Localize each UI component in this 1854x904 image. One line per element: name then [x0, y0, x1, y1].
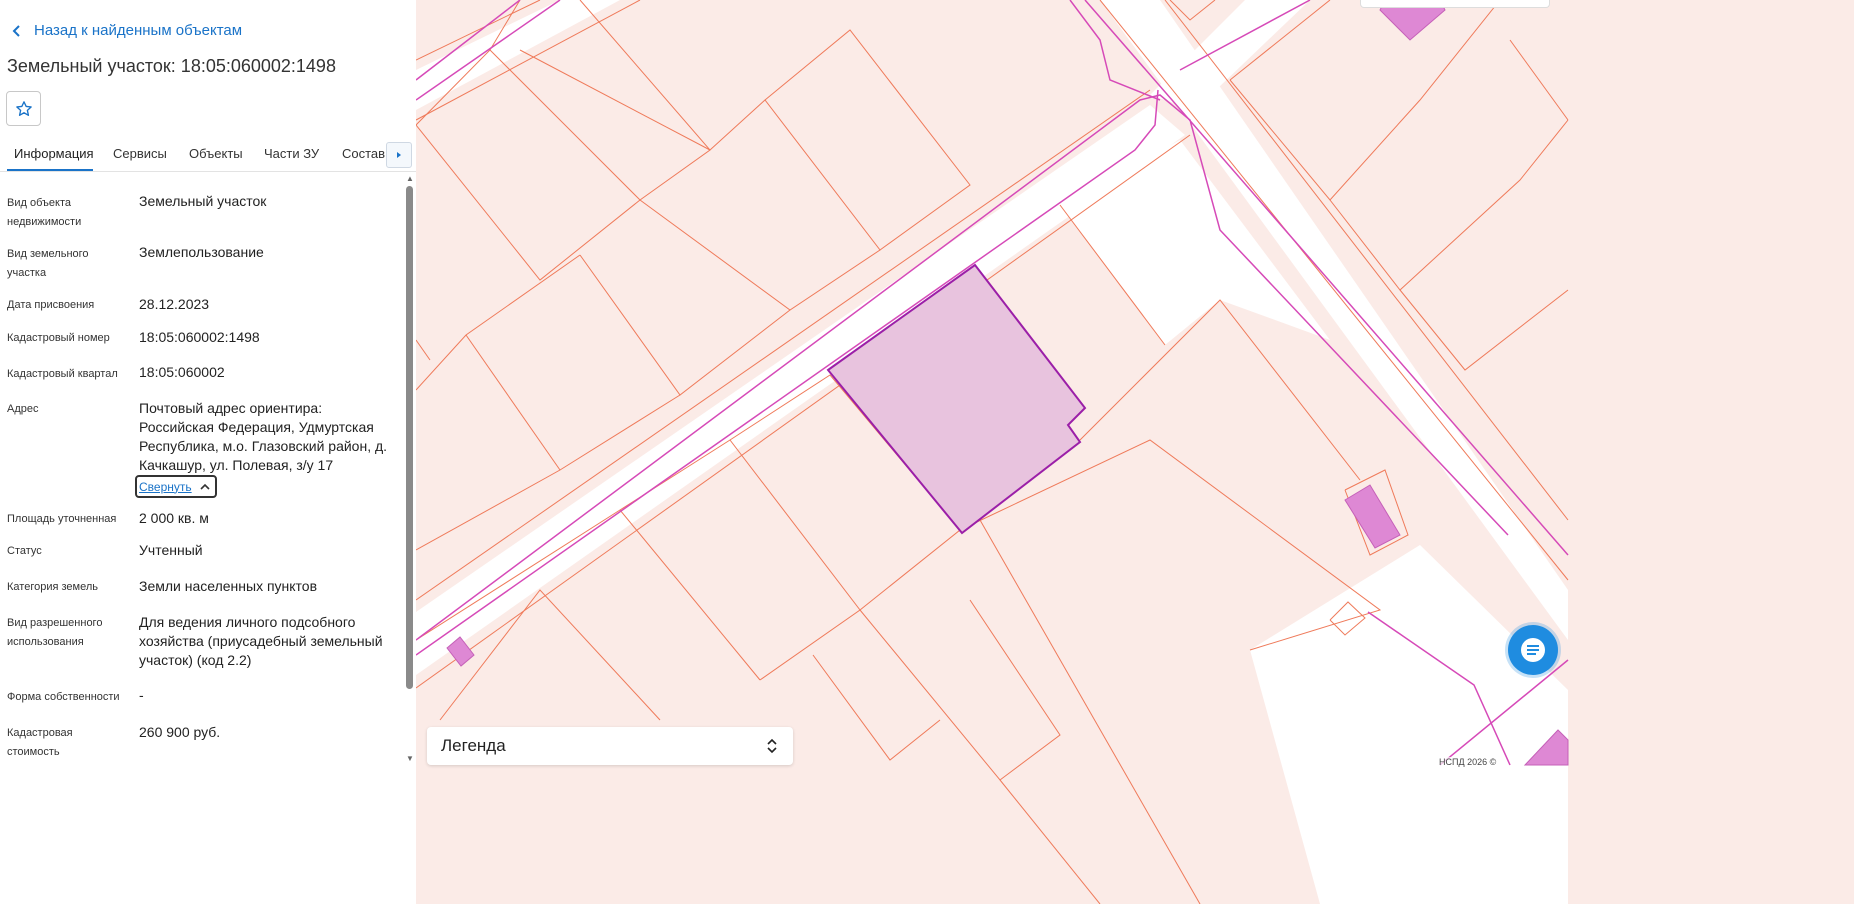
value-cadastral-quarter: 18:05:060002	[139, 364, 225, 380]
value-ownership: -	[139, 687, 144, 703]
label-permitted-use: Вид разрешенного использования	[7, 617, 103, 648]
value-land-category: Земли населенных пунктов	[139, 578, 318, 594]
star-icon	[15, 100, 32, 116]
cadastral-map[interactable]	[416, 0, 1854, 904]
collapse-button[interactable]: Свернуть	[135, 475, 217, 498]
chat-icon	[1521, 638, 1545, 662]
value-address: Почтовый адрес ориентира: Российская Фед…	[139, 400, 388, 473]
building	[1344, 484, 1401, 549]
legend-toggle[interactable]: Легенда	[427, 727, 793, 765]
scroll-up-arrow-icon[interactable]: ▲	[406, 174, 414, 183]
label-cadastral-quarter: Кадастровый квартал	[7, 368, 118, 380]
label-parcel-type: Вид земельного участка	[7, 248, 89, 279]
tab-parts[interactable]: Части ЗУ	[264, 146, 319, 161]
back-link-label: Назад к найденным объектам	[34, 22, 243, 39]
empty-area	[1250, 545, 1568, 904]
chevron-up-icon	[200, 483, 210, 490]
legend-label: Легенда	[441, 736, 506, 755]
scroll-down-arrow-icon[interactable]: ▼	[406, 754, 414, 763]
label-area: Площадь уточненная	[7, 513, 117, 525]
tab-services[interactable]: Сервисы	[113, 146, 167, 161]
tabs-next-button[interactable]	[386, 142, 412, 168]
label-assign-date: Дата присвоения	[7, 299, 95, 311]
scrollbar-thumb[interactable]	[406, 186, 413, 689]
chat-button[interactable]	[1508, 625, 1558, 675]
value-area: 2 000 кв. м	[139, 510, 209, 526]
tab-composition[interactable]: Состав	[342, 146, 385, 161]
value-object-type: Земельный участок	[139, 193, 267, 209]
map-canvas[interactable]	[416, 0, 1854, 904]
info-panel: Назад к найденным объектам Земельный уча…	[0, 0, 416, 904]
value-cadastral-number: 18:05:060002:1498	[139, 329, 260, 345]
tab-info[interactable]: Информация	[14, 146, 94, 161]
chevron-left-icon	[12, 24, 20, 37]
panel-scrollbar[interactable]: ▲ ▼	[404, 174, 416, 764]
value-permitted-use: Для ведения личного подсобного хозяйства…	[139, 614, 383, 668]
page-title: Земельный участок: 18:05:060002:1498	[7, 56, 336, 76]
value-assign-date: 28.12.2023	[139, 296, 210, 312]
value-parcel-type: Землепользование	[139, 244, 264, 260]
back-link[interactable]: Назад к найденным объектам	[10, 22, 242, 39]
value-cadastral-value: 260 900 руб.	[139, 724, 221, 740]
tab-objects[interactable]: Объекты	[189, 146, 243, 161]
updown-chevron-icon	[767, 738, 777, 754]
label-object-type: Вид объекта недвижимости	[7, 197, 82, 228]
collapse-label: Свернуть	[139, 479, 192, 494]
favorite-button[interactable]	[6, 91, 41, 126]
label-ownership: Форма собственности	[7, 691, 120, 703]
label-status: Статус	[7, 545, 42, 557]
map-copyright: НСПД 2026 ©	[1436, 757, 1500, 767]
tab-bar: Информация Сервисы Объекты Части ЗУ Сост…	[0, 136, 416, 172]
triangle-right-icon	[397, 152, 401, 158]
value-status: Учтенный	[139, 542, 203, 558]
map-top-widget[interactable]	[1360, 0, 1550, 8]
label-address: Адрес	[7, 403, 39, 415]
label-land-category: Категория земель	[7, 581, 98, 593]
active-tab-indicator	[7, 169, 93, 171]
label-cadastral-value: Кадастровая стоимость	[7, 727, 73, 758]
label-cadastral-number: Кадастровый номер	[7, 332, 110, 344]
